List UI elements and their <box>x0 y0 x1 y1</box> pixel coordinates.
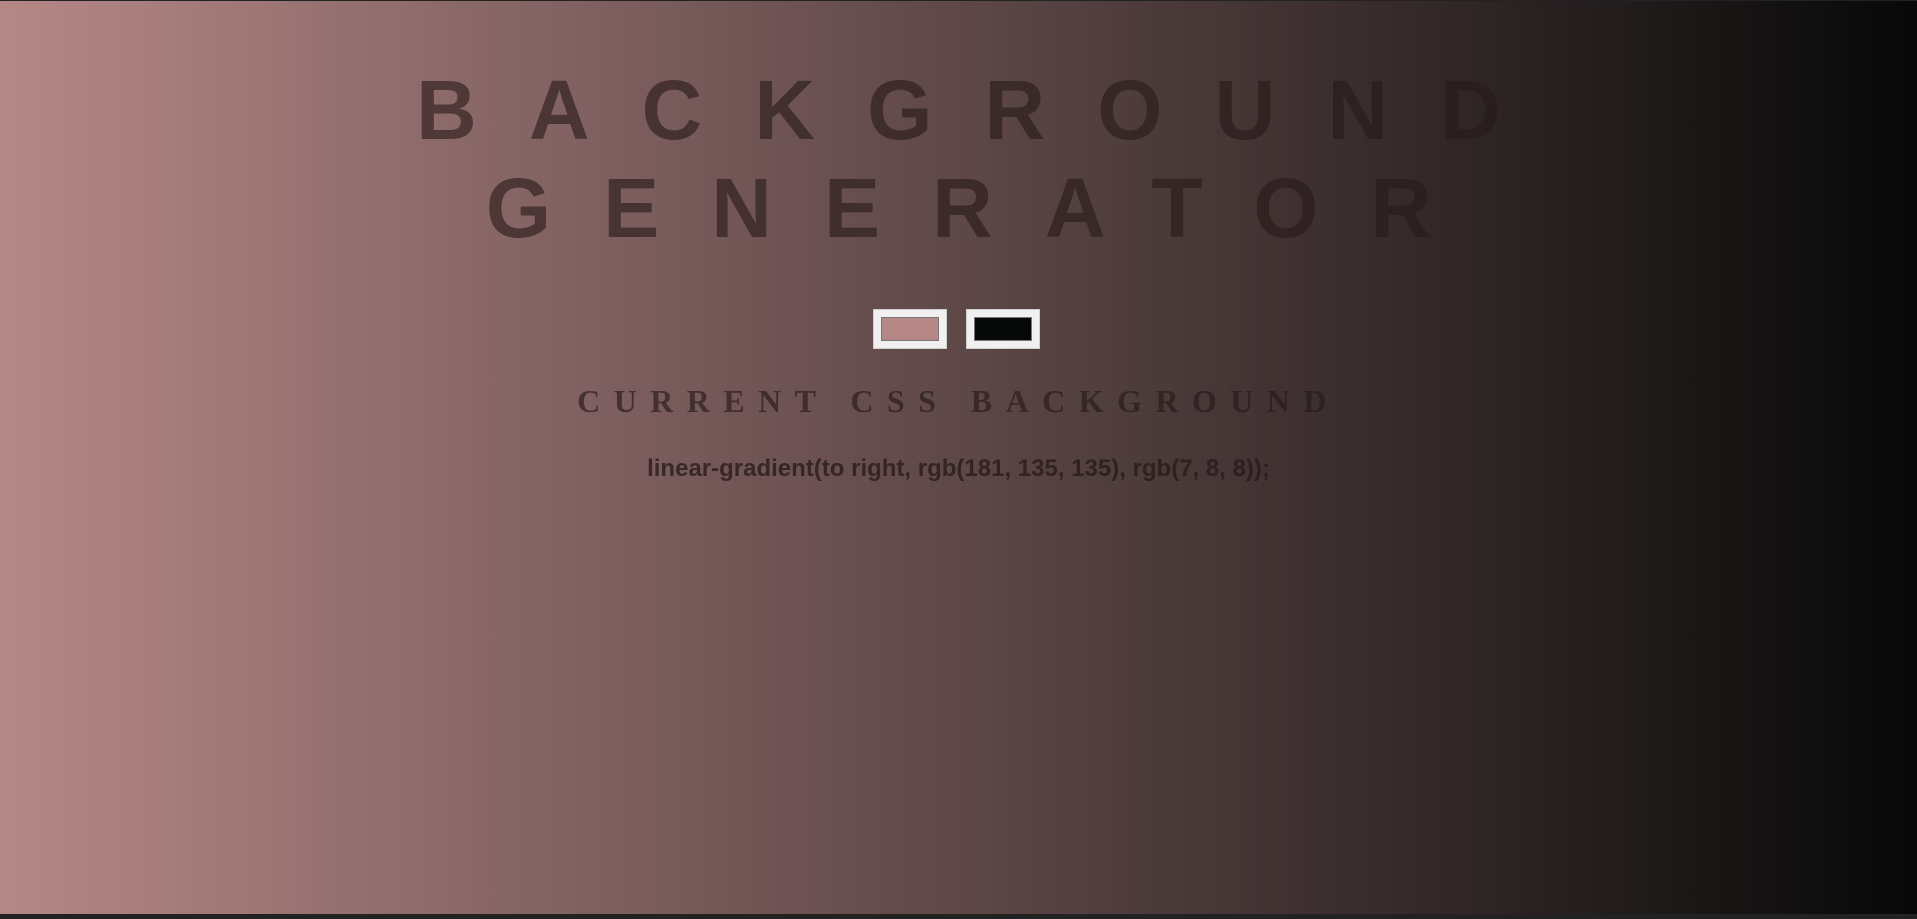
color-input-2-swatch <box>974 317 1032 341</box>
css-output-text: linear-gradient(to right, rgb(181, 135, … <box>647 455 1270 482</box>
color-input-1-swatch <box>881 317 939 341</box>
title-line-background: BACKGROUND <box>416 63 1553 157</box>
gradient-background: BACKGROUND GENERATOR CURRENT CSS BACKGRO… <box>0 1 1917 914</box>
color-input-2[interactable] <box>966 309 1040 349</box>
current-css-heading: CURRENT CSS BACKGROUND <box>577 383 1340 419</box>
page-title: BACKGROUND GENERATOR <box>0 61 1917 257</box>
title-line-generator: GENERATOR <box>485 161 1484 255</box>
color-input-1[interactable] <box>873 309 947 349</box>
color-pickers <box>0 309 1917 349</box>
